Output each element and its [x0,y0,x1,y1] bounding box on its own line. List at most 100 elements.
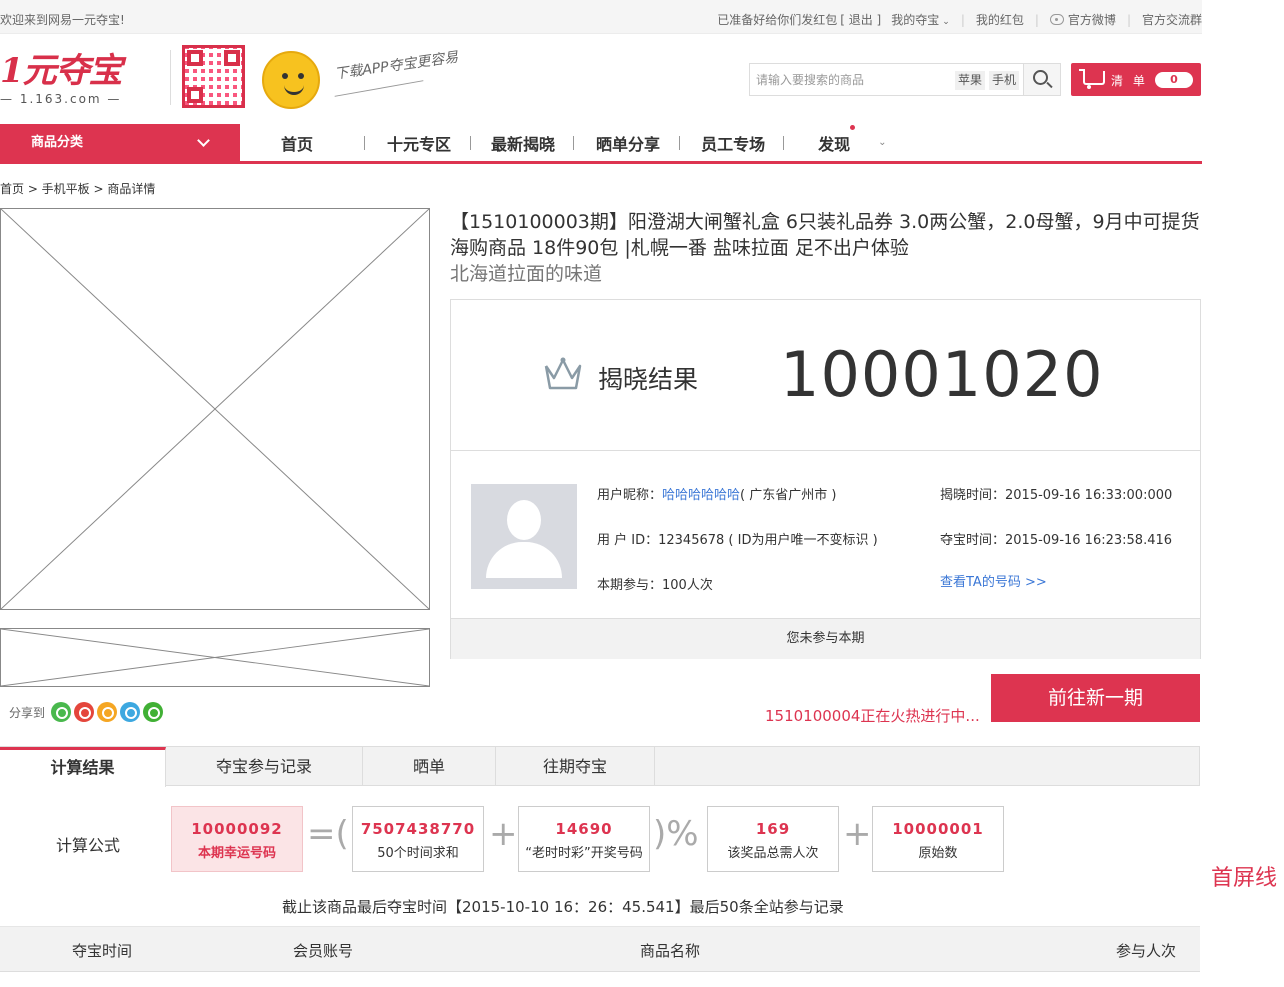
my-redpacket-link[interactable]: 我的红包 [976,11,1024,28]
search-icon-handle [1046,81,1053,89]
nav-links: 首页 十元专区 最新揭晓 晒单分享 员工专场 发现 ⌄ [240,124,886,161]
avatar-head [507,500,541,540]
slogan-underline [334,80,424,97]
nickname-label: 用户昵称： [597,488,663,503]
site-logo[interactable]: 1元夺宝 — 1.163.com — [0,52,150,106]
image-placeholder-icon [1,209,429,609]
divider: | [1034,12,1039,27]
share-tencent-icon[interactable] [120,702,141,722]
page-root: 欢迎来到网易一元夺宝! 已准备好给你们发红包 [ 退出 ] 我的夺宝 ⌄ | 我的… [0,0,1284,987]
crown-icon [544,357,582,390]
nav-ten-yuan[interactable]: 十元专区 [387,131,451,155]
logout-link[interactable]: [ 退出 ] [840,11,881,28]
column-header: 夺宝时间 [72,942,133,960]
reveal-number: 10001020 [780,338,1104,411]
fold-line-annotation: 首屏线 [1211,866,1278,891]
nav-discover[interactable]: 发现 [818,124,856,155]
divider: | [960,12,965,27]
welcome-text: 欢迎来到网易一元夺宝! [0,13,125,27]
view-codes-label: 查看TA的号码 >> [940,575,1047,590]
column-header: 会员账号 [293,942,354,960]
formula-time-sum: 7507438770 50个时间求和 [352,806,484,872]
winner-nickname-line: 用户昵称：哈哈哈哈哈哈( 广东省广州市 ) [597,484,836,503]
reveal-result-panel: 揭晓结果 10001020 用户昵称：哈哈哈哈哈哈( 广东省广州市 ) 用 户 … [450,299,1201,659]
qr-corner [187,87,203,103]
thumbnail-strip[interactable] [0,628,430,687]
nav-discover-label: 发现 [818,134,851,154]
reveal-time: 揭晓时间：2015-09-16 16:33:00:000 [940,488,1173,503]
nav-divider [679,135,681,150]
avatar[interactable] [471,484,577,589]
cart-count-badge: 0 [1155,72,1193,88]
search-button[interactable] [1023,64,1060,95]
cart-label: 清 单 [1111,74,1148,88]
winner-nickname-link[interactable]: 哈哈哈哈哈哈 [662,488,740,503]
official-weibo-link[interactable]: 官方微博 [1049,11,1116,28]
my-duobao-label: 我的夺宝 [891,13,940,27]
official-group-link[interactable]: 官方交流群 [1142,11,1202,28]
cart-button[interactable]: 清 单 0 [1071,63,1201,96]
duobao-time: 夺宝时间：2015-09-16 16:23:58.416 [940,533,1173,548]
search-input[interactable] [756,70,946,90]
formula-time-sum-desc: 50个时间求和 [377,846,459,861]
formula-time-sum-value: 7507438770 [360,820,476,838]
formula-lucky-value: 10000092 [191,820,283,838]
main-nav: 商品分类 首页 十元专区 最新揭晓 晒单分享 员工专场 发现 ⌄ [0,124,1202,164]
mascot-face [262,51,320,109]
formula-plus-operator: + [489,814,518,854]
search-box: 苹果 手机 [749,63,1061,96]
winner-uid: 用 户 ID：12345678 ( ID为用户唯一不变标识 ) [597,533,878,548]
formula-total-value: 169 [755,820,791,838]
nav-share-orders[interactable]: 晒单分享 [596,131,660,155]
nav-latest-reveal[interactable]: 最新揭晓 [491,131,555,155]
new-period-button[interactable]: 前往新一期 [991,674,1200,722]
breadcrumb[interactable]: 首页 > 手机平板 > 商品详情 [0,180,155,197]
top-bar-links: 已准备好给你们发红包 [ 退出 ] 我的夺宝 ⌄ | 我的红包 | 官方微博 | … [717,11,1202,28]
mascot-icon [258,47,324,109]
formula-total: 169 该奖品总需人次 [707,806,839,872]
tab-participation-records[interactable]: 夺宝参与记录 [166,747,363,786]
image-placeholder-icon [1,629,429,686]
tab-calc-result[interactable]: 计算结果 [0,747,166,787]
chevron-down-icon [197,134,210,147]
formula-total-desc: 该奖品总需人次 [727,846,819,861]
column-header: 参与人次 [1116,942,1177,960]
mascot-eye [298,73,304,79]
nav-divider [783,135,785,150]
formula-mod-operator: )% [653,814,699,854]
column-header: 商品名称 [640,942,701,960]
share-wechat-icon[interactable] [143,702,164,722]
product-title: 【1510100003期】阳澄湖大闸蟹礼盒 6只装礼品券 3.0两公蟹，2.0母… [450,211,1200,259]
formula-plus-operator: + [843,814,872,854]
formula-lottery-desc: “老时时彩”开奖号码 [525,846,643,861]
chevron-down-icon[interactable]: ⌄ [878,137,886,148]
qr-corner [224,50,240,66]
cart-icon [1079,69,1105,89]
winner-location: ( 广东省广州市 ) [740,488,837,503]
ongoing-period-link[interactable]: 1510100004正在火热进行中... [765,705,980,726]
category-menu-button[interactable]: 商品分类 [0,124,240,161]
nav-divider [470,135,472,150]
nav-divider [573,135,575,150]
divider: | [1126,12,1131,27]
share-weibo-icon[interactable] [74,702,95,722]
view-codes-link[interactable]: 查看TA的号码 >> [940,571,1047,590]
reveal-label: 揭晓结果 [598,365,699,394]
not-joined-notice: 您未参与本期 [451,618,1200,659]
share-star-icon[interactable] [97,702,118,722]
new-dot-icon [850,124,856,130]
logo-domain: — 1.163.com — [0,92,122,106]
category-label: 商品分类 [31,135,84,150]
nav-staff[interactable]: 员工专场 [701,131,765,155]
reveal-result-header: 揭晓结果 10001020 [451,300,1200,451]
nav-home[interactable]: 首页 [281,131,313,155]
tab-past-periods[interactable]: 往期夺宝 [496,747,655,786]
share-label: 分享到 [9,705,46,720]
tab-share-orders[interactable]: 晒单 [363,747,496,786]
share-qzone-icon[interactable] [51,702,72,722]
hotword-apple[interactable]: 苹果 [955,71,986,90]
hotword-phone[interactable]: 手机 [989,71,1020,90]
my-duobao-link[interactable]: 我的夺宝 ⌄ [891,11,950,28]
avatar-body [486,542,562,578]
header-divider [170,50,171,105]
